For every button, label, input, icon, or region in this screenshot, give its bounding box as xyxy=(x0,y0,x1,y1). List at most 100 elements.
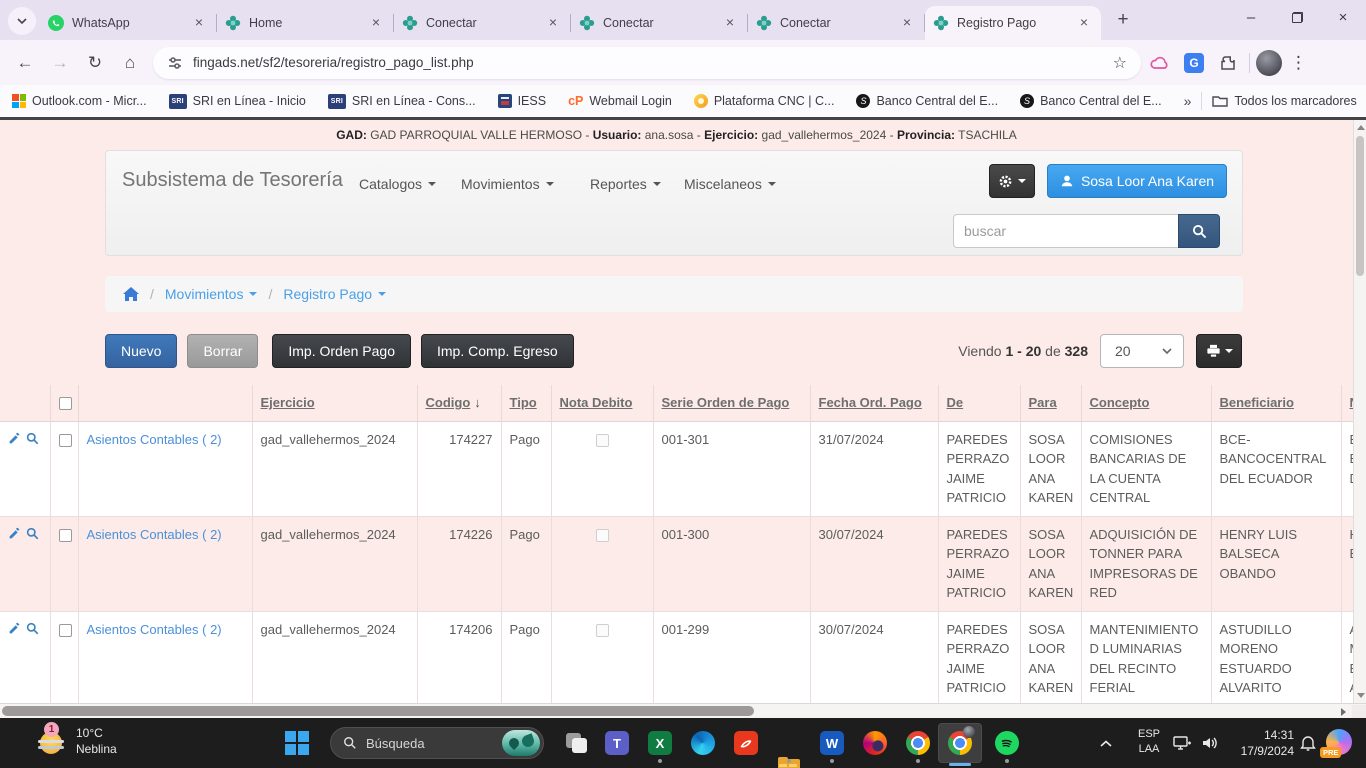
bookmark-outlook[interactable]: Outlook.com - Micr... xyxy=(12,94,147,108)
menu-miscelaneos[interactable]: Miscelaneos xyxy=(684,176,776,192)
scroll-down-icon[interactable] xyxy=(1357,693,1365,698)
view-icon[interactable] xyxy=(26,622,39,635)
bookmark-iess[interactable]: IESS xyxy=(498,94,547,108)
close-icon[interactable]: × xyxy=(898,14,916,32)
acrobat-loop-icon xyxy=(739,736,753,750)
horizontal-scroll-thumb[interactable] xyxy=(2,706,754,716)
select-all-checkbox[interactable] xyxy=(59,397,72,410)
restore-button[interactable] xyxy=(1274,0,1320,34)
asientos-link[interactable]: Asientos Contables ( 2) xyxy=(87,622,222,637)
home-button[interactable]: ⌂ xyxy=(115,48,145,78)
language-indicator[interactable]: ESP LAA xyxy=(1134,727,1164,757)
breadcrumb-movimientos[interactable]: Movimientos xyxy=(165,286,258,302)
print-button[interactable] xyxy=(1196,334,1242,368)
bookmark-banco-central-2[interactable]: S Banco Central del E... xyxy=(1020,94,1162,108)
copilot-icon[interactable]: PRE xyxy=(1326,729,1352,755)
row-checkbox[interactable] xyxy=(59,624,72,637)
imp-comp-egreso-button[interactable]: Imp. Comp. Egreso xyxy=(421,334,574,368)
all-bookmarks-button[interactable]: Todos los marcadores xyxy=(1212,94,1356,108)
network-icon[interactable] xyxy=(1172,735,1192,756)
notifications-bell-icon[interactable] xyxy=(1300,734,1316,756)
scroll-up-icon[interactable] xyxy=(1357,125,1365,130)
tab-conectar-3[interactable]: Conectar × xyxy=(748,6,924,40)
reload-button[interactable]: ↻ xyxy=(80,48,110,78)
new-tab-button[interactable]: + xyxy=(1109,6,1137,34)
taskbar: 1 10°C Neblina Búsqueda T X W xyxy=(0,718,1366,768)
vertical-scrollbar[interactable] xyxy=(1353,120,1366,703)
acrobat-icon[interactable] xyxy=(734,731,758,755)
tray-chevron-icon[interactable] xyxy=(1100,735,1112,753)
close-icon[interactable]: × xyxy=(721,14,739,32)
volume-icon[interactable] xyxy=(1200,735,1220,756)
close-icon[interactable]: × xyxy=(367,14,385,32)
menu-catalogos[interactable]: Catalogos xyxy=(359,176,436,192)
vertical-scroll-thumb[interactable] xyxy=(1356,136,1364,276)
site-info-icon[interactable] xyxy=(167,55,183,71)
bookmark-star-icon[interactable]: ☆ xyxy=(1113,53,1127,73)
address-bar[interactable]: fingads.net/sf2/tesoreria/registro_pago_… xyxy=(153,47,1141,79)
close-icon[interactable]: × xyxy=(1075,14,1093,32)
excel-icon[interactable]: X xyxy=(648,731,672,755)
firefox-icon[interactable] xyxy=(863,731,887,755)
asientos-link[interactable]: Asientos Contables ( 2) xyxy=(87,432,222,447)
chrome-icon[interactable] xyxy=(906,731,930,755)
tab-whatsapp[interactable]: WhatsApp × xyxy=(40,6,216,40)
extensions-puzzle-icon[interactable] xyxy=(1213,48,1243,78)
browser-menu-icon[interactable]: ⋮ xyxy=(1290,53,1307,73)
start-button[interactable] xyxy=(285,731,309,755)
tab-search-button[interactable] xyxy=(8,7,36,35)
search-input[interactable] xyxy=(953,214,1178,248)
task-view-button[interactable] xyxy=(565,731,589,755)
page-size-select[interactable]: 20 xyxy=(1100,334,1184,368)
breadcrumb-registro-pago[interactable]: Registro Pago xyxy=(283,286,386,302)
nuevo-button[interactable]: Nuevo xyxy=(105,334,177,368)
clock[interactable]: 14:31 17/9/2024 xyxy=(1228,727,1294,759)
menu-movimientos[interactable]: Movimientos xyxy=(461,176,554,192)
bookmark-sri-inicio[interactable]: SRI SRI en Línea - Inicio xyxy=(169,94,306,109)
close-icon[interactable]: × xyxy=(544,14,562,32)
menu-reportes[interactable]: Reportes xyxy=(590,176,661,192)
borrar-button[interactable]: Borrar xyxy=(187,334,258,368)
user-button[interactable]: Sosa Loor Ana Karen xyxy=(1047,164,1227,198)
translate-extension-icon[interactable]: G xyxy=(1179,48,1209,78)
bookmark-sri-consultas[interactable]: SRI SRI en Línea - Cons... xyxy=(328,94,476,109)
settings-button[interactable] xyxy=(989,164,1035,198)
horizontal-scrollbar[interactable] xyxy=(0,703,1366,718)
home-icon[interactable] xyxy=(123,287,139,301)
close-icon[interactable]: × xyxy=(190,14,208,32)
row-checkbox[interactable] xyxy=(59,434,72,447)
tab-conectar-2[interactable]: Conectar × xyxy=(571,6,747,40)
search-button[interactable] xyxy=(1178,214,1220,248)
bookmark-webmail[interactable]: cP Webmail Login xyxy=(568,94,672,108)
weather-extension-icon[interactable] xyxy=(1145,48,1175,78)
edit-icon[interactable] xyxy=(8,432,21,445)
profile-avatar[interactable] xyxy=(1256,50,1282,76)
scroll-right-icon[interactable] xyxy=(1341,708,1346,716)
caret-down-icon xyxy=(378,292,386,296)
bookmarks-overflow-icon[interactable]: » xyxy=(1184,93,1192,109)
asientos-link[interactable]: Asientos Contables ( 2) xyxy=(87,527,222,542)
spotify-icon[interactable] xyxy=(995,731,1019,755)
tab-conectar-1[interactable]: Conectar × xyxy=(394,6,570,40)
back-button[interactable]: ← xyxy=(10,48,40,78)
edit-icon[interactable] xyxy=(8,622,21,635)
view-icon[interactable] xyxy=(26,432,39,445)
minimize-button[interactable]: – xyxy=(1228,0,1274,34)
edge-icon[interactable] xyxy=(691,731,715,755)
close-window-button[interactable]: × xyxy=(1320,0,1366,34)
tab-home[interactable]: Home × xyxy=(217,6,393,40)
bookmark-cnc[interactable]: Plataforma CNC | C... xyxy=(694,94,835,108)
forward-button[interactable]: → xyxy=(45,48,75,78)
view-icon[interactable] xyxy=(26,527,39,540)
imp-orden-pago-button[interactable]: Imp. Orden Pago xyxy=(272,334,411,368)
teams-icon[interactable]: T xyxy=(605,731,629,755)
row-checkbox[interactable] xyxy=(59,529,72,542)
edit-icon[interactable] xyxy=(8,527,21,540)
caret-down-icon xyxy=(428,182,436,186)
bookmark-banco-central-1[interactable]: S Banco Central del E... xyxy=(856,94,998,108)
weather-widget[interactable]: 1 10°C Neblina xyxy=(36,724,117,758)
chrome-active-window[interactable] xyxy=(938,723,982,763)
word-icon[interactable]: W xyxy=(820,731,844,755)
taskbar-search[interactable]: Búsqueda xyxy=(330,727,544,759)
tab-registro-pago-active[interactable]: Registro Pago × xyxy=(925,6,1101,40)
